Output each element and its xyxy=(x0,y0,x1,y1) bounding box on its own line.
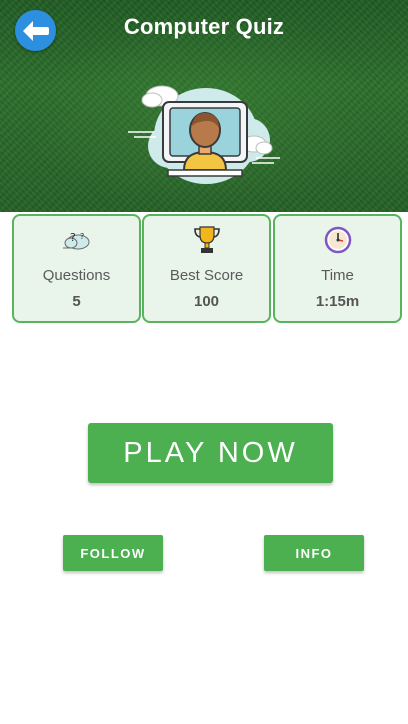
stat-label: Questions xyxy=(42,267,111,284)
trophy-icon xyxy=(193,226,220,253)
stat-label: Best Score xyxy=(169,267,244,284)
stat-card-time: Time 1:15m xyxy=(273,214,402,323)
question-cloud-icon: ? ? xyxy=(62,231,89,250)
svg-text:?: ? xyxy=(70,231,76,244)
stat-card-questions: ? ? Questions 5 xyxy=(12,214,141,323)
clock-icon xyxy=(324,226,351,254)
computer-person-illustration xyxy=(128,85,280,184)
header-banner: Computer Quiz xyxy=(0,0,408,212)
play-now-button[interactable]: PLAY NOW xyxy=(88,423,333,483)
stat-label: Time xyxy=(321,267,354,284)
stat-card-best-score: Best Score 100 xyxy=(142,214,271,323)
svg-text:?: ? xyxy=(80,232,84,241)
stat-value: 100 xyxy=(193,293,220,310)
stat-value: 5 xyxy=(72,293,81,310)
stat-value: 1:15m xyxy=(315,293,360,310)
info-button[interactable]: INFO xyxy=(264,535,364,571)
stats-panel: ? ? Questions 5 Best Score 100 Time 1:15… xyxy=(12,214,402,324)
page-title: Computer Quiz xyxy=(123,14,285,39)
follow-button[interactable]: FOLLOW xyxy=(63,535,163,571)
